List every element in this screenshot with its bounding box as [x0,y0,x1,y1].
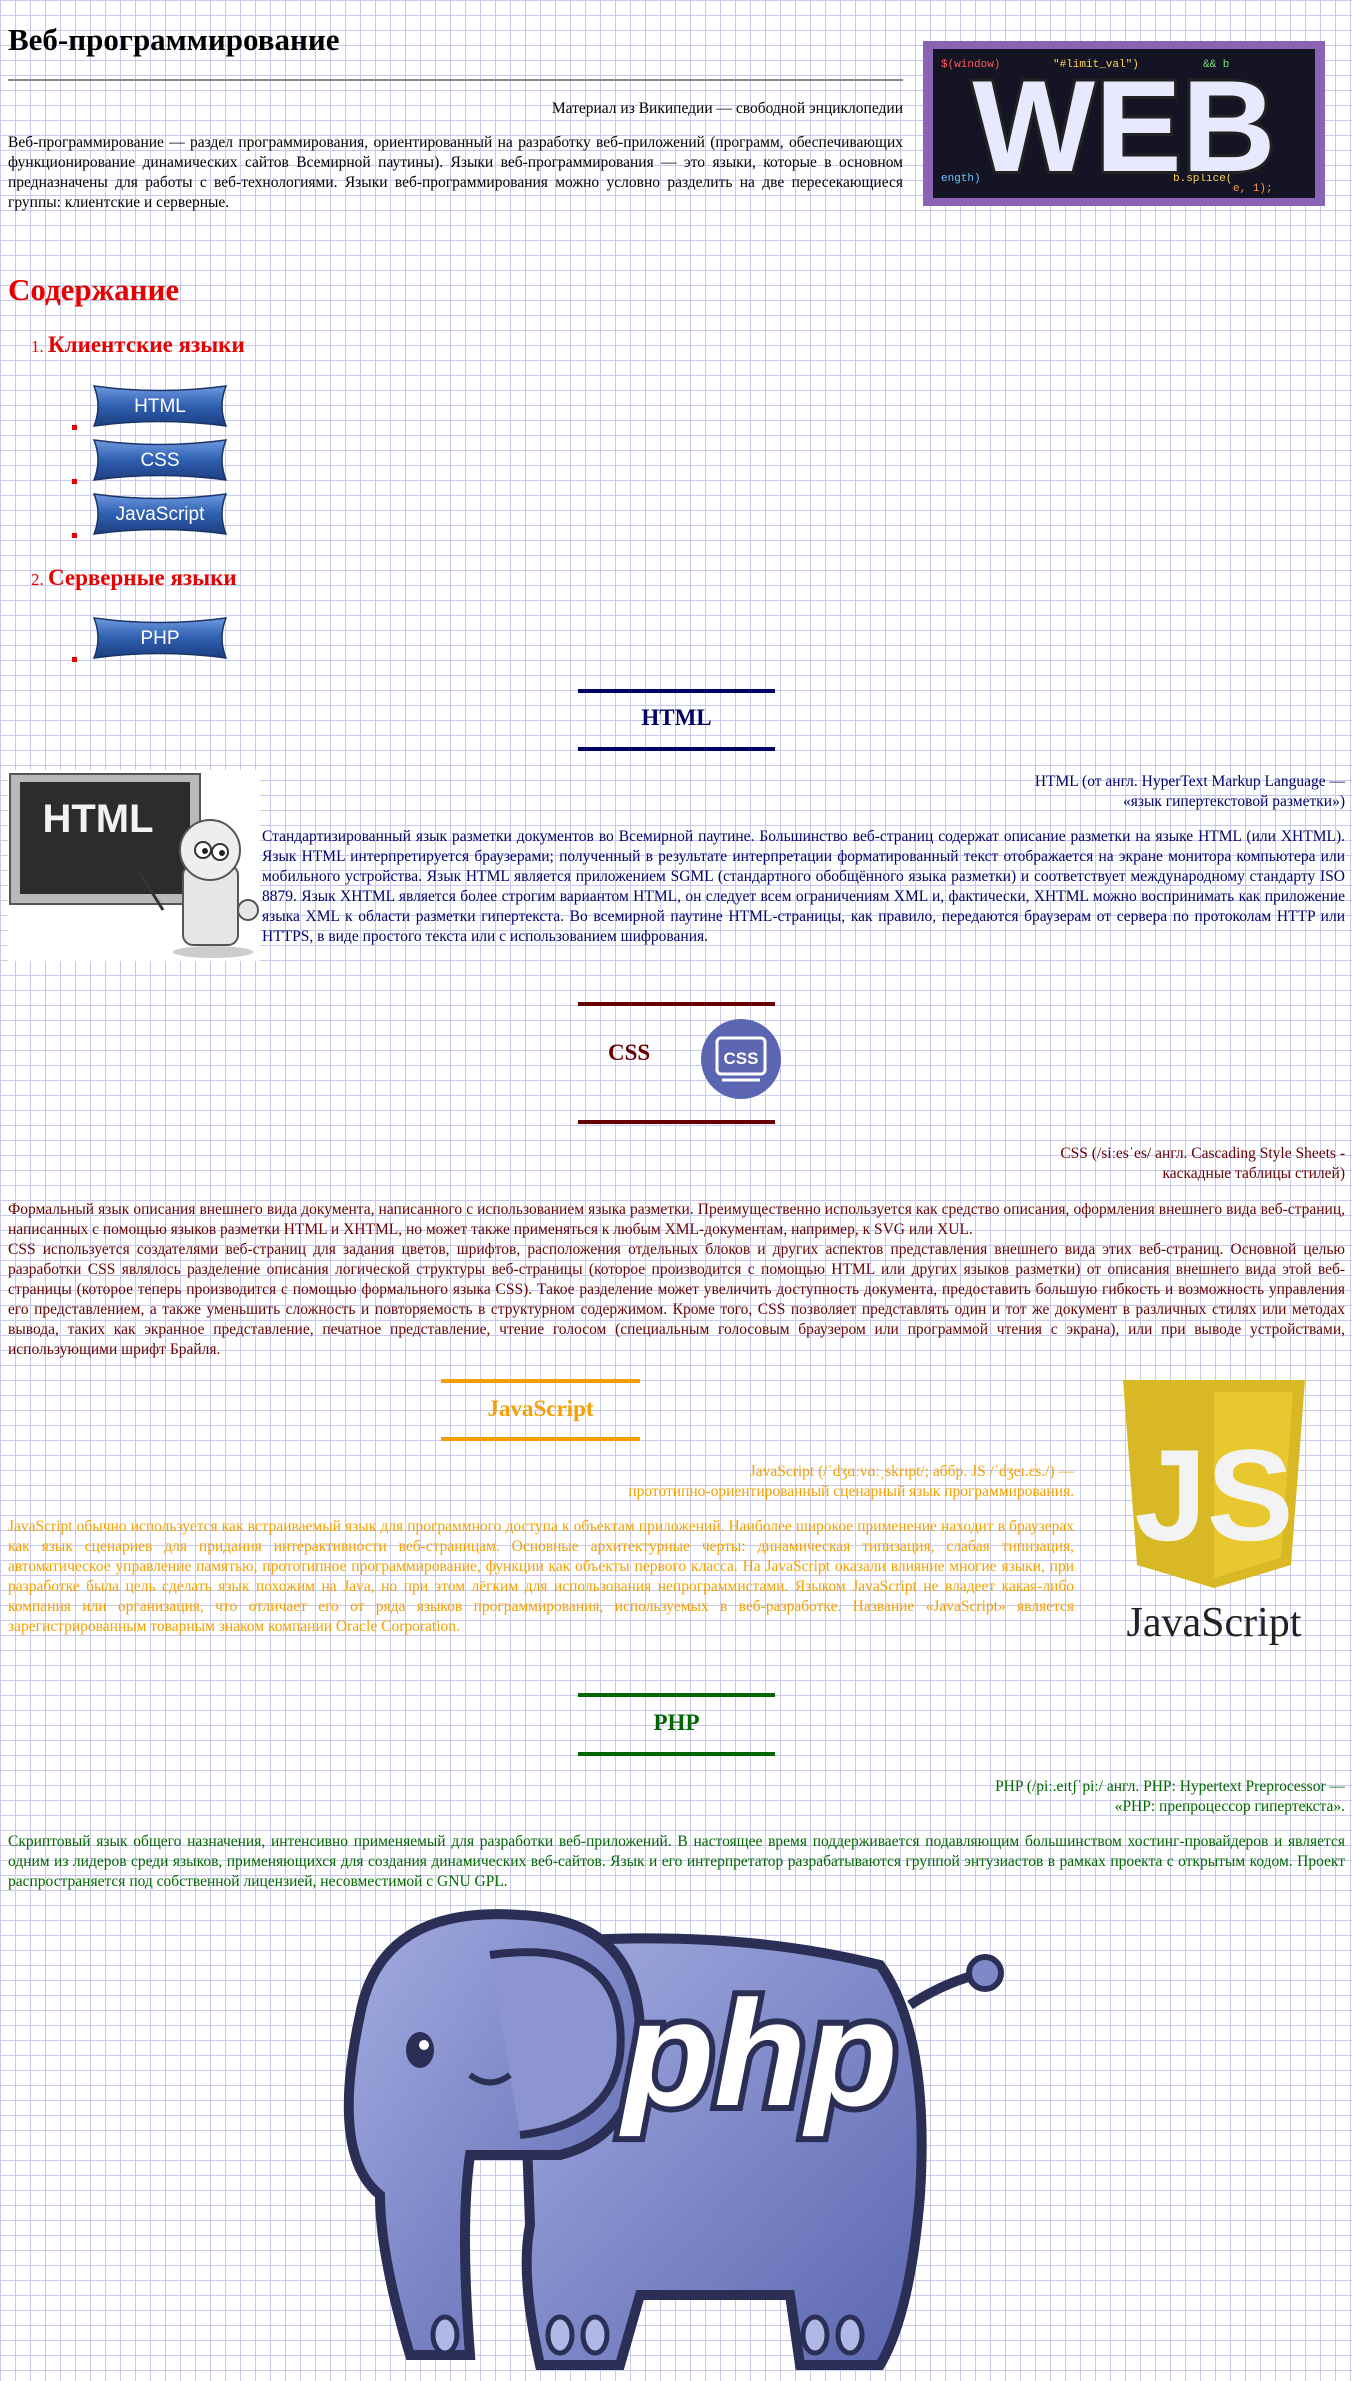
html-section-heading: HTML [641,705,712,730]
source-note: Материал из Википедии — свободной энцикл… [551,100,903,117]
toc-html-button[interactable]: HTML [90,383,230,429]
html-heading-rule-bottom [578,747,775,751]
web-banner-image: $(window) "#limit_val") && b ength) b.sp… [923,41,1325,206]
html-definition: HTML (от англ. HyperText Markup Language… [1034,773,1345,810]
php-section-heading: PHP [653,1710,700,1735]
toc-javascript-label: JavaScript [116,504,205,525]
svg-text:JS: JS [1134,1422,1293,1568]
js-description: JavaScript обычно используется как встра… [8,1518,1074,1635]
css-paragraph-2: CSS используется создателями веб-страниц… [8,1241,1345,1358]
php-definition: PHP (/piː.eɪtʃˈpiː/ англ. PHP: Hypertext… [995,1778,1345,1815]
toc-client-languages[interactable]: Клиентские языки [48,332,245,358]
bullet-icon [72,479,77,484]
php-heading-rule-top [578,1693,775,1697]
svg-text:JavaScript: JavaScript [1127,1600,1302,1646]
html-heading-rule-top [578,689,775,693]
js-definition: JavaScript (/ˈdʒɑːvɑːˌskrɪpt/; аббр. JS … [628,1463,1074,1500]
javascript-logo-icon: JS JavaScript [1123,1380,1305,1646]
js-heading-rule-bottom [441,1437,640,1441]
svg-text:CSS: CSS [724,1049,759,1068]
toc-css-button[interactable]: CSS [90,437,230,483]
svg-text:HTML: HTML [42,797,153,841]
css-paragraph-1: Формальный язык описания внешнего вида д… [8,1201,1345,1238]
intro-paragraph: Веб-программирование — раздел программир… [8,134,903,211]
js-section-heading: JavaScript [487,1396,594,1421]
toc-php-label: PHP [140,628,179,649]
toc-title: Содержание [8,272,180,307]
toc-javascript-button[interactable]: JavaScript [90,491,230,537]
html-description: Стандартизированный язык разметки докуме… [262,828,1345,945]
php-logo-text: php [619,1969,898,2137]
title-divider [8,79,903,81]
page-title: Веб-программирование [8,22,340,57]
bullet-icon [72,425,77,430]
toc-html-label: HTML [134,396,186,417]
php-description: Скриптовый язык общего назначения, интен… [8,1833,1345,1890]
bullet-icon [72,657,77,662]
css-logo-icon: CSS [701,1019,781,1099]
css-description: Формальный язык описания внешнего вида д… [8,1200,1345,1360]
toc-server-languages[interactable]: Серверные языки [48,565,237,591]
toc-number-2: 2. [31,570,44,589]
toc-php-button[interactable]: PHP [90,615,230,661]
css-section-heading: CSS [608,1040,651,1065]
css-heading-rule-top [578,1002,775,1006]
html-teacher-image: HTML [8,770,260,961]
toc-css-label: CSS [140,450,179,471]
toc-number-1: 1. [31,337,44,356]
bullet-icon [72,533,77,538]
php-heading-rule-bottom [578,1752,775,1756]
css-heading-rule-bottom [578,1120,775,1124]
web-banner-text: WEB [972,53,1275,199]
js-heading-rule-top [441,1379,640,1383]
php-elephant-logo: php [343,1909,1004,2370]
css-definition: CSS (/siːesˈes/ англ. Cascading Style Sh… [1060,1145,1345,1182]
